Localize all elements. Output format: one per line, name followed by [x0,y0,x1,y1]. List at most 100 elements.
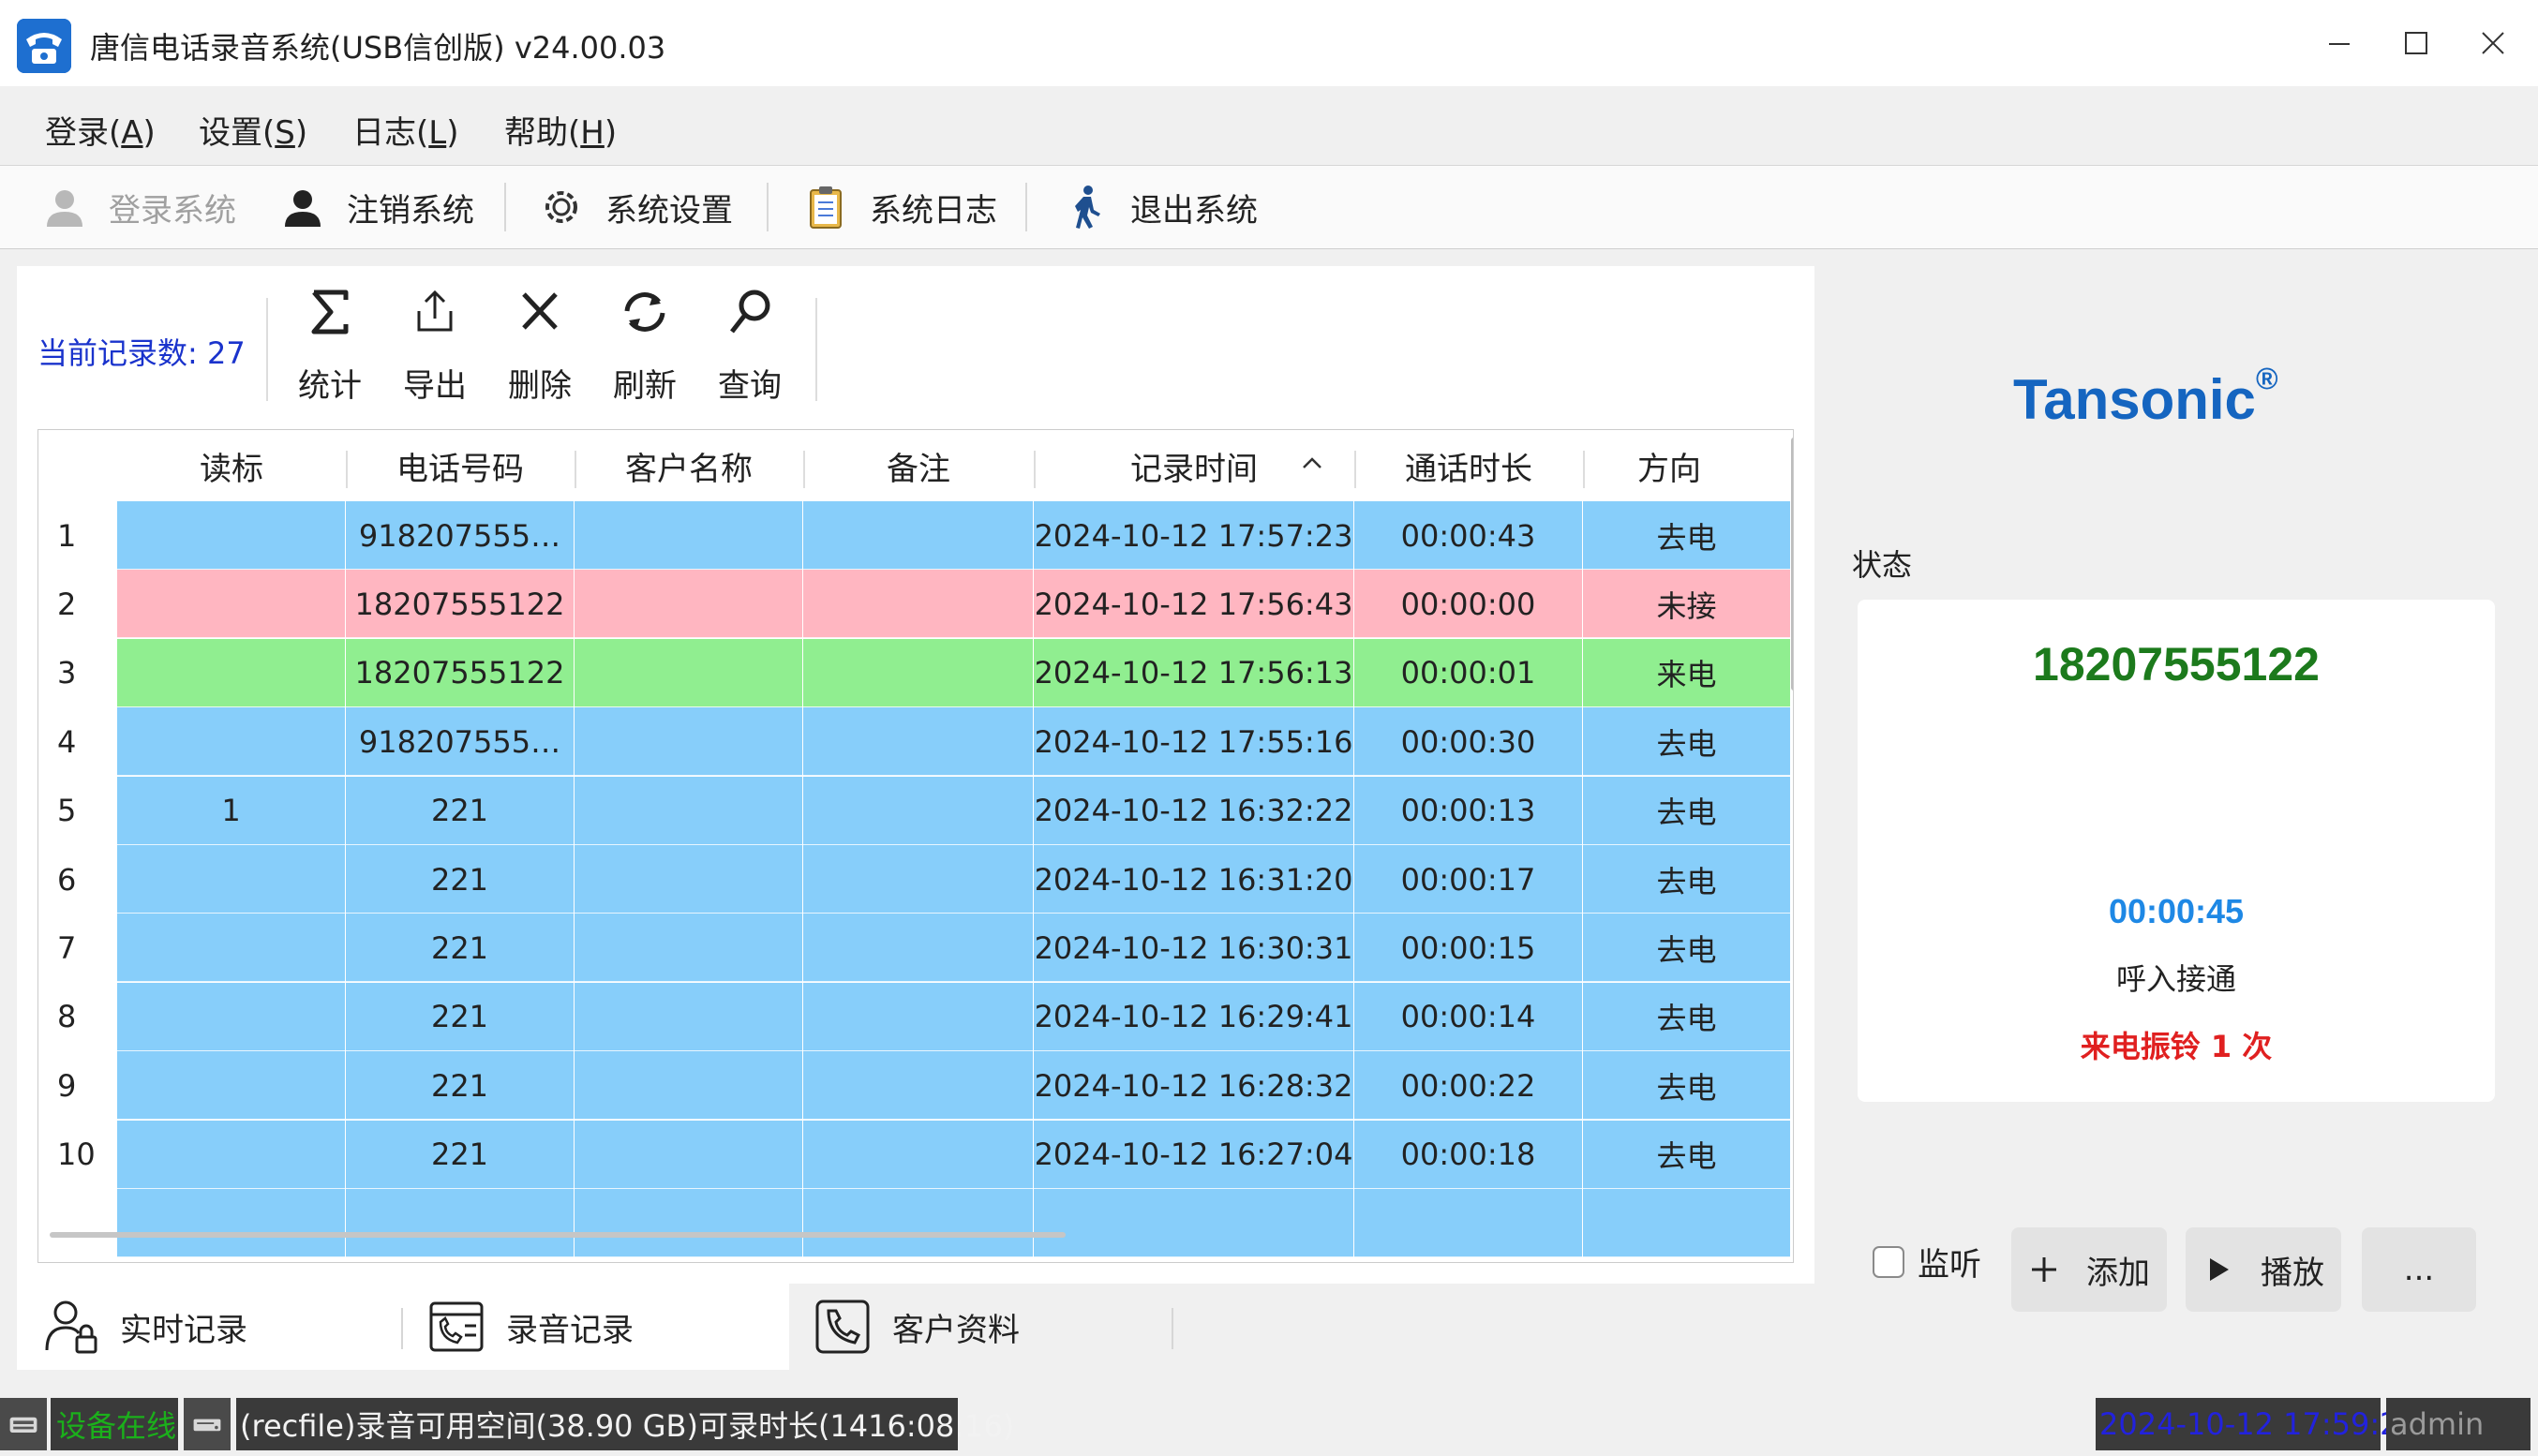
table-header: 读标 电话号码 客户名称 备注 记录时间 通话时长 方向 [38,430,1793,501]
menu-settings[interactable]: 设置(S) [199,107,307,153]
cell-dur: 00:00:22 [1354,1051,1583,1121]
more-button[interactable]: ... [2362,1227,2476,1312]
row-number: 5 [38,776,117,845]
cell-name [575,570,803,639]
disk-icon [184,1398,231,1450]
refresh-button[interactable]: 刷新 [598,285,692,407]
system-settings-button[interactable]: 系统设置 [538,179,733,235]
cell-time: 2024-10-12 16:30:31 [1034,914,1354,983]
plus-icon [2032,1257,2056,1282]
column-header-note[interactable]: 备注 [803,430,1034,501]
disk-space-info: (recfile)录音可用空间(38.90 GB)可录时长(1416:08:16… [236,1398,1014,1450]
column-header-read[interactable]: 读标 [117,430,346,501]
cell-note [803,982,1034,1051]
cell-dur: 00:00:18 [1354,1120,1583,1189]
row-number [38,1189,117,1257]
menu-help[interactable]: 帮助(H) [504,107,617,153]
action-separator [815,298,817,401]
menu-log[interactable]: 日志(L) [352,107,458,153]
call-status-card: 18207555122 00:00:45 呼入接通 来电振铃 1 次 [1858,600,2495,1102]
close-button[interactable] [2465,19,2521,67]
refresh-icon [624,292,665,332]
play-icon [2210,1258,2229,1281]
cell-phone: 221 [346,982,575,1051]
monitor-checkbox[interactable]: 监听 [1873,1239,1981,1285]
row-number: 7 [38,914,117,983]
cell-dir: 去电 [1583,1120,1791,1189]
minimize-button[interactable] [2311,19,2367,67]
column-header-duration[interactable]: 通话时长 [1354,430,1583,501]
cell-mark [117,638,346,707]
row-number: 8 [38,982,117,1051]
cell-dir: 去电 [1583,776,1791,845]
delete-button[interactable]: 删除 [493,285,587,407]
column-header-direction[interactable]: 方向 [1583,430,1755,501]
cell-time: 2024-10-12 16:29:41 [1034,982,1354,1051]
cell-phone: 18207555122 [346,570,575,639]
horizontal-scrollbar[interactable] [50,1232,1066,1238]
cell-time: 2024-10-12 17:56:13 [1034,638,1354,707]
column-header-phone[interactable]: 电话号码 [346,430,575,501]
cell-time: 2024-10-12 17:56:43 [1034,570,1354,639]
table-row[interactable]: 4 918207555… 2024-10-12 17:55:16 00:00:30 去电 [38,707,1793,777]
cell-time: 2024-10-12 16:32:22 [1034,776,1354,845]
gear-icon [545,191,577,223]
table-row[interactable] [38,1189,1793,1257]
tab-realtime-records[interactable]: 实时记录 [17,1284,403,1370]
export-button[interactable]: 导出 [388,285,482,407]
cell-dir: 去电 [1583,1051,1791,1121]
search-icon [730,290,770,334]
current-time: 2024-10-12 17:59:22 [2096,1398,2418,1450]
login-system-button[interactable]: 登录系统 [41,179,236,235]
checkbox[interactable] [1873,1245,1904,1278]
cell-name [575,501,803,570]
menu-login[interactable]: 登录(A) [45,107,156,153]
maximize-button[interactable] [2388,19,2444,67]
table-row[interactable]: 8 221 2024-10-12 16:29:41 00:00:14 去电 [38,982,1793,1051]
close-icon [2482,32,2504,54]
logout-system-button[interactable]: 注销系统 [279,179,474,235]
table-row[interactable]: 1 918207555… 2024-10-12 17:57:23 00:00:43 去电 [38,501,1793,570]
play-button[interactable]: 播放 [2186,1227,2341,1312]
cell-time [1034,1189,1354,1257]
device-status: 设备在线 [51,1398,178,1450]
system-log-button[interactable]: 系统日志 [802,179,997,235]
table-row[interactable]: 9 221 2024-10-12 16:28:32 00:00:22 去电 [38,1051,1793,1121]
cell-dur: 00:00:30 [1354,707,1583,777]
tab-recordings[interactable]: 录音记录 [403,1284,789,1370]
cell-phone: 221 [346,776,575,845]
brand-logo: Tansonic® [2013,362,2278,431]
call-timer: 00:00:45 [2108,892,2245,930]
cell-dir: 去电 [1583,501,1791,570]
cell-time: 2024-10-12 16:28:32 [1034,1051,1354,1121]
tab-customer-data[interactable]: 客户资料 [789,1284,1175,1370]
cell-dir: 来电 [1583,638,1791,707]
row-number: 9 [38,1051,117,1121]
table-row[interactable]: 6 221 2024-10-12 16:31:20 00:00:17 去电 [38,845,1793,914]
clipboard-icon [810,186,842,229]
cell-phone [346,1189,575,1257]
device-icon [0,1398,47,1450]
cell-name [575,914,803,983]
cell-name [575,1189,803,1257]
delete-x-icon [522,292,558,330]
table-row[interactable]: 5 1 221 2024-10-12 16:32:22 00:00:13 去电 [38,776,1793,845]
cell-note [803,570,1034,639]
cell-mark [117,501,346,570]
table-row[interactable]: 2 18207555122 2024-10-12 17:56:43 00:00:00 未… [38,570,1793,639]
table-row[interactable]: 3 18207555122 2024-10-12 17:56:13 00:00:01 来… [38,638,1793,707]
table-row[interactable]: 10 221 2024-10-12 16:27:04 00:00:18 去电 [38,1120,1793,1189]
table-row[interactable]: 7 221 2024-10-12 16:30:31 00:00:15 去电 [38,914,1793,983]
query-button[interactable]: 查询 [703,285,797,407]
cell-dir: 去电 [1583,845,1791,914]
cell-note [803,914,1034,983]
column-header-customer[interactable]: 客户名称 [575,430,803,501]
exit-system-button[interactable]: 退出系统 [1063,179,1258,235]
vertical-scrollbar[interactable] [1791,438,1793,691]
cell-phone: 918207555… [346,501,575,570]
cell-note [803,1051,1034,1121]
cell-mark [117,570,346,639]
cell-note [803,707,1034,777]
stats-button[interactable]: 统计 [283,285,377,407]
add-button[interactable]: 添加 [2011,1227,2167,1312]
